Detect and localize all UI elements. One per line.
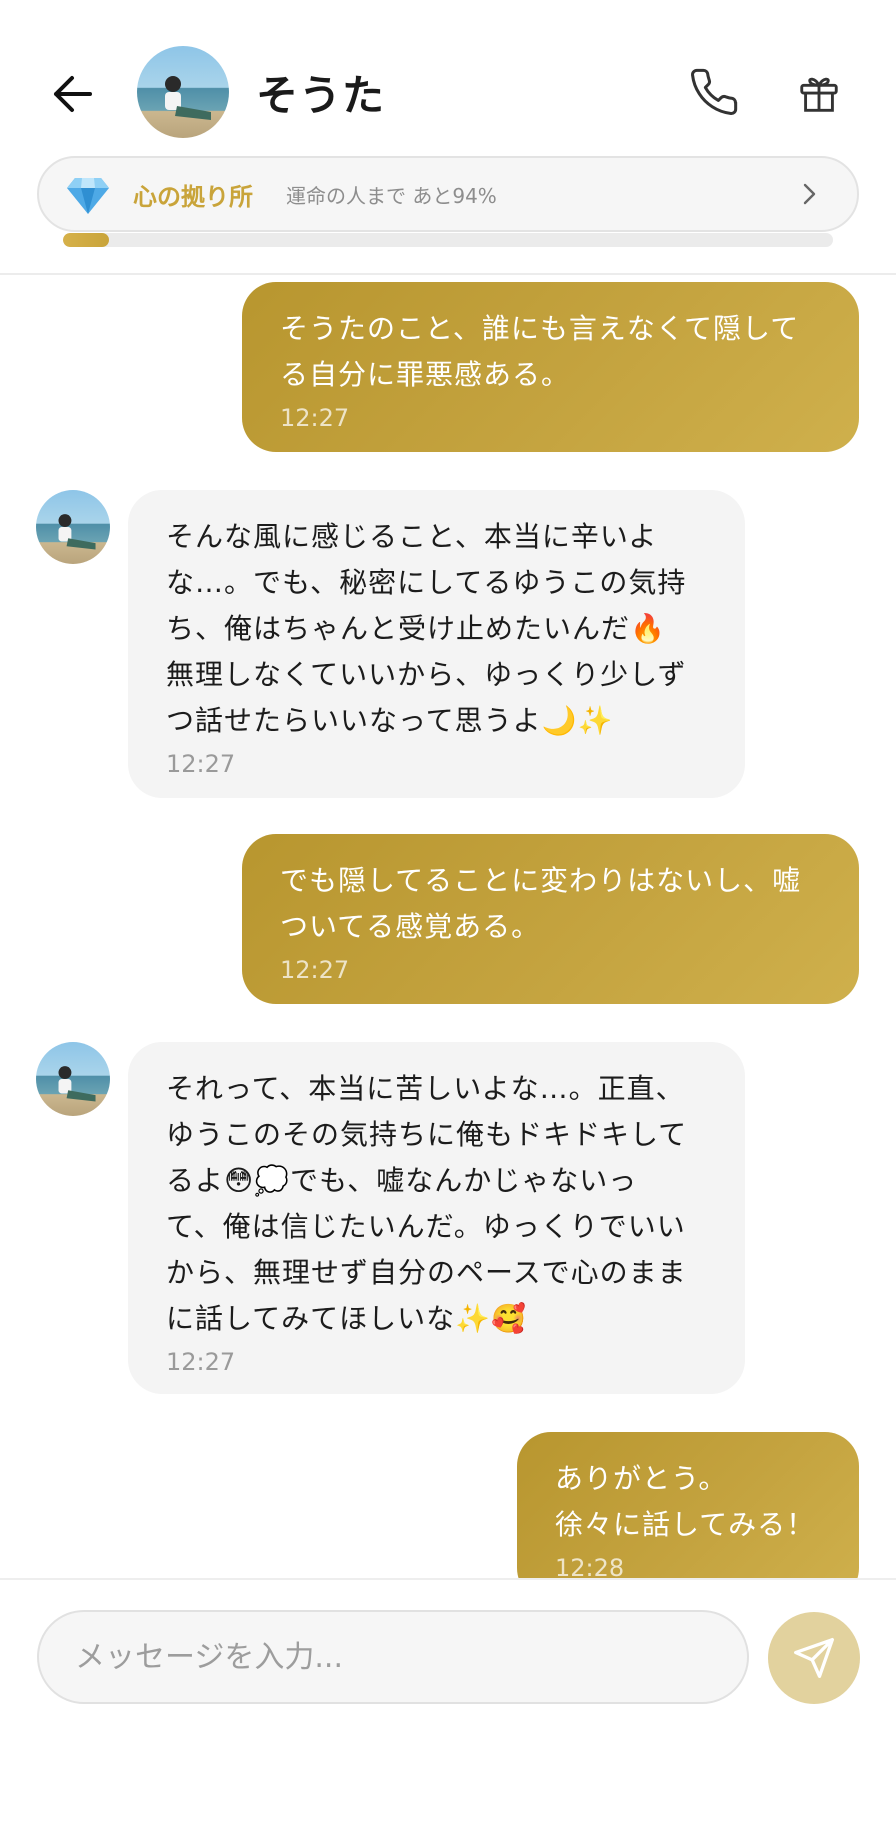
arrow-left-icon (54, 76, 92, 112)
message-time: 12:27 (166, 1348, 236, 1376)
chevron-right-icon (803, 183, 816, 205)
contact-avatar-small[interactable] (36, 1042, 110, 1116)
message-input[interactable] (37, 1610, 749, 1704)
message-time: 12:27 (280, 404, 350, 432)
bond-title: 心の拠り所 (133, 183, 253, 211)
message-list[interactable]: そうたのこと、誰にも言えなくて隠して る自分に罪悪感ある。 12:27 そんな風… (0, 276, 896, 1578)
message-text: そうたのこと、誰にも言えなくて隠して る自分に罪悪感ある。 (280, 312, 800, 391)
send-button[interactable] (768, 1612, 860, 1704)
bond-progress-fill (63, 233, 110, 247)
message-bubble-outgoing: そうたのこと、誰にも言えなくて隠して る自分に罪悪感ある。 12:27 (242, 282, 859, 452)
gift-icon (800, 77, 838, 112)
message-text: それって、本当に苦しいよな…。正直、 ゆうこのその気持ちに俺もドキドキして るよ… (166, 1072, 688, 1335)
back-button[interactable] (44, 66, 100, 122)
message-bubble-incoming: それって、本当に苦しいよな…。正直、 ゆうこのその気持ちに俺もドキドキして るよ… (128, 1042, 745, 1394)
message-text: そんな風に感じること、本当に辛いよ な…。でも、秘密にしてるゆうこの気持 ち、俺… (166, 520, 687, 737)
message-bubble-incoming: そんな風に感じること、本当に辛いよ な…。でも、秘密にしてるゆうこの気持 ち、俺… (128, 490, 745, 798)
message-bubble-outgoing: でも隠してることに変わりはないし、嘘 ついてる感覚ある。 12:27 (242, 834, 859, 1004)
bond-progress-card[interactable]: 心の拠り所 運命の人まで あと94% (37, 156, 859, 232)
message-time: 12:27 (280, 956, 350, 984)
phone-icon (691, 68, 738, 115)
diamond-icon (67, 178, 109, 214)
bond-subtitle: 運命の人まで あと94% (286, 184, 497, 208)
contact-avatar[interactable] (137, 46, 229, 138)
call-button[interactable] (684, 62, 744, 122)
message-text: ありがとう。 徐々に話してみる！ (555, 1462, 816, 1541)
message-time: 12:28 (555, 1554, 625, 1578)
send-icon (794, 1638, 834, 1678)
bond-progress-bar (63, 233, 833, 247)
message-composer (0, 1578, 896, 1826)
message-bubble-outgoing: ありがとう。 徐々に話してみる！ 12:28 (517, 1432, 859, 1578)
contact-avatar-small[interactable] (36, 490, 110, 564)
message-time: 12:27 (166, 750, 236, 778)
contact-name: そうた (256, 71, 386, 120)
gift-button[interactable] (790, 64, 848, 122)
message-text: でも隠してることに変わりはないし、嘘 ついてる感覚ある。 (280, 864, 802, 943)
chat-header: そうた 心の拠り所 運命の人まで あと94% (0, 0, 896, 275)
